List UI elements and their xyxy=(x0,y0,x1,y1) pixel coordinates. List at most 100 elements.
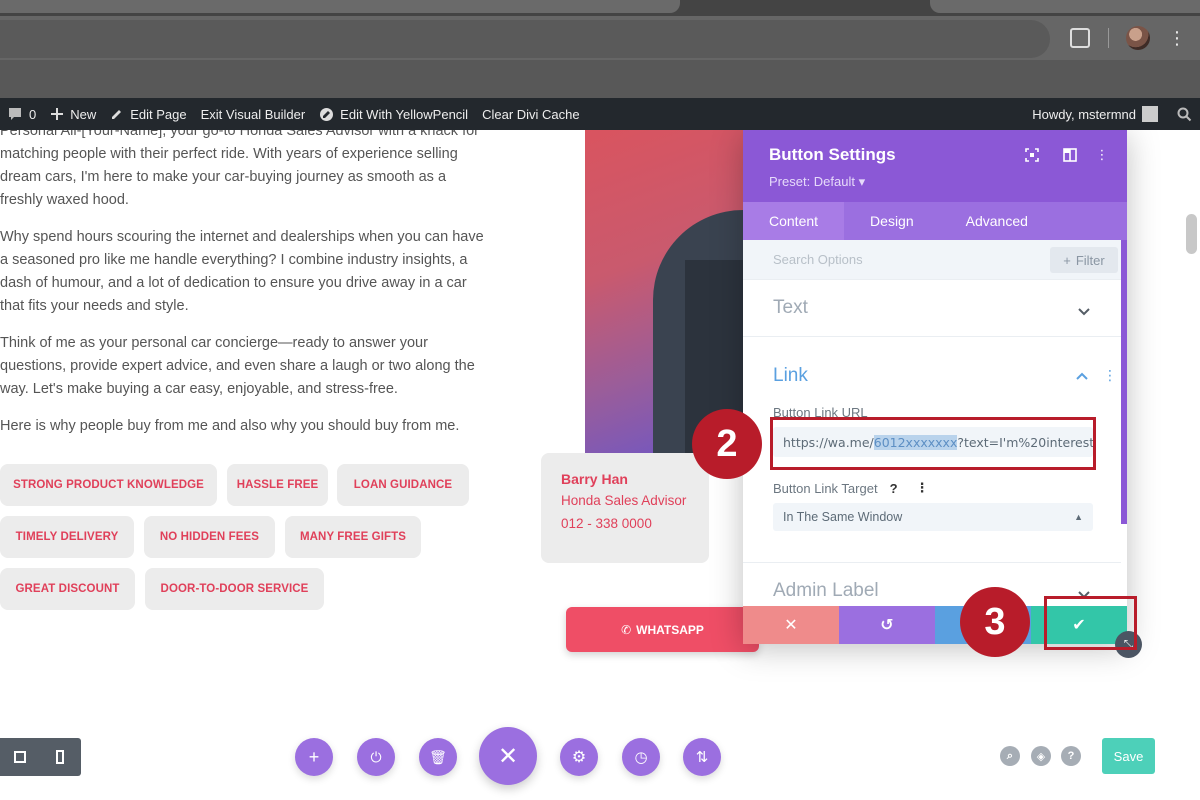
section-title[interactable]: Link xyxy=(773,365,808,387)
modal-title: Button Settings xyxy=(769,145,896,164)
section-title: Text xyxy=(773,297,808,318)
layers-icon[interactable]: ◈ xyxy=(1031,746,1051,766)
comments-count: 0 xyxy=(29,106,37,122)
close-icon: ✕ xyxy=(784,617,798,634)
advisor-name: Barry Han xyxy=(561,471,628,487)
contact-card: Barry Han Honda Sales Advisor 012 - 338 … xyxy=(541,453,709,563)
options-search[interactable]: Search Options + Filter xyxy=(743,240,1121,280)
caret-down-icon: ▾ xyxy=(858,174,866,189)
browser-tab[interactable] xyxy=(0,0,680,13)
profile-avatar[interactable] xyxy=(1126,26,1150,50)
edit-page-link[interactable]: Edit Page xyxy=(103,98,193,130)
feature-pill: TIMELY DELIVERY xyxy=(0,516,134,558)
new-label: New xyxy=(70,106,97,122)
browser-tab[interactable] xyxy=(930,0,1200,13)
plus-icon xyxy=(51,108,64,120)
howdy-label[interactable]: Howdy, mstermnd xyxy=(1032,107,1136,122)
portability-button[interactable]: ⇅ xyxy=(683,738,721,776)
history-button[interactable]: ◷ xyxy=(622,738,660,776)
filter-button[interactable]: + Filter xyxy=(1050,247,1118,273)
wp-admin-bar: 0 New Edit Page Exit Visual Builder Edit… xyxy=(0,98,1200,130)
tab-design[interactable]: Design xyxy=(844,202,940,240)
link-target-select[interactable]: In The Same Window ▲ xyxy=(773,503,1093,531)
whatsapp-icon: ✆ xyxy=(621,622,632,637)
preset-selector[interactable]: Preset: Default ▾ xyxy=(769,174,865,190)
select-arrows-icon: ▲ xyxy=(1074,512,1083,522)
close-builder-button[interactable]: ✕ xyxy=(479,727,537,785)
feature-pill: HASSLE FREE xyxy=(227,464,328,506)
about-text: Personal All-[Your-Name], your go-to Hon… xyxy=(0,130,485,452)
clear-layout-button[interactable]: 🗑 xyxy=(419,738,457,776)
comment-icon xyxy=(9,108,21,120)
desktop-icon xyxy=(14,751,26,763)
page-canvas: Personal All-[Your-Name], your go-to Hon… xyxy=(0,130,1200,800)
undo-icon: ↺ xyxy=(880,617,894,634)
trash-icon: 🗑 xyxy=(429,748,447,765)
exit-builder-label: Exit Visual Builder xyxy=(200,106,306,122)
tab-strip xyxy=(0,0,1200,16)
advisor-photo xyxy=(585,130,745,454)
save-button[interactable]: Save xyxy=(1102,738,1155,774)
user-avatar[interactable] xyxy=(1142,106,1158,122)
power-icon: ⏻ xyxy=(370,748,382,765)
filter-label: Filter xyxy=(1075,252,1105,268)
comments-link[interactable]: 0 xyxy=(0,98,43,130)
link-target-label: Button Link Target xyxy=(773,480,878,496)
paragraph: Personal All-[Your-Name], your go-to Hon… xyxy=(0,130,480,208)
modal-header: Button Settings Preset: Default ▾ ⋮ xyxy=(743,130,1127,202)
advisor-role: Honda Sales Advisor xyxy=(561,493,687,508)
exit-builder-link[interactable]: Exit Visual Builder xyxy=(194,98,313,130)
edit-page-label: Edit Page xyxy=(130,106,187,122)
tab-content[interactable]: Content xyxy=(743,202,845,240)
more-options-icon[interactable]: ⋮ xyxy=(1095,148,1109,162)
section-menu-icon[interactable]: ⋮ xyxy=(1103,367,1117,384)
step-badge-2: 2 xyxy=(692,409,762,479)
modal-scrollbar[interactable] xyxy=(1121,240,1127,524)
phone-view-button[interactable] xyxy=(40,738,80,776)
discard-button[interactable]: ✕ xyxy=(743,606,839,644)
chevron-up-icon[interactable] xyxy=(1075,370,1089,384)
undo-button[interactable]: ↺ xyxy=(839,606,935,644)
clear-cache-label: Clear Divi Cache xyxy=(482,106,580,122)
add-module-button[interactable]: + xyxy=(295,738,333,776)
clear-cache-link[interactable]: Clear Divi Cache xyxy=(475,98,587,130)
extensions-icon[interactable] xyxy=(1070,28,1090,48)
focus-icon[interactable] xyxy=(1025,148,1039,162)
address-bar[interactable] xyxy=(0,20,1050,58)
import-export-icon: ⇅ xyxy=(695,749,709,766)
section-text[interactable]: Text xyxy=(743,280,1121,337)
browser-menu-icon[interactable]: ⋮ xyxy=(1168,26,1186,50)
tab-advanced[interactable]: Advanced xyxy=(940,202,1054,240)
yellowpencil-label: Edit With YellowPencil xyxy=(340,106,469,122)
close-icon: ✕ xyxy=(497,742,519,770)
feature-pill: LOAN GUIDANCE xyxy=(337,464,469,506)
plus-icon: + xyxy=(1063,252,1071,268)
modal-tabs: Content Design Advanced xyxy=(743,202,1127,240)
field-menu-icon[interactable]: ⋮ xyxy=(916,480,929,496)
new-link[interactable]: New xyxy=(43,98,103,130)
phone-icon xyxy=(56,750,64,764)
yellowpencil-link[interactable]: Edit With YellowPencil xyxy=(312,98,475,130)
page-scrollbar[interactable] xyxy=(1186,214,1197,254)
page-settings-button[interactable]: ⚙ xyxy=(560,738,598,776)
feature-pill: NO HIDDEN FEES xyxy=(144,516,275,558)
admin-search-icon[interactable] xyxy=(1168,98,1200,130)
feature-pill: MANY FREE GIFTS xyxy=(285,516,421,558)
yellowpencil-icon xyxy=(320,107,334,121)
feature-pill: GREAT DISCOUNT xyxy=(0,568,135,610)
annotation-box-save xyxy=(1044,596,1137,650)
help-icon[interactable]: ? xyxy=(1061,746,1081,766)
search-icon[interactable]: ⌕ xyxy=(1000,746,1020,766)
load-layout-button[interactable]: ⏻ xyxy=(357,738,395,776)
paragraph: Think of me as your personal car concier… xyxy=(0,335,475,397)
view-mode-toggle xyxy=(0,738,81,776)
plus-icon: + xyxy=(308,746,320,767)
desktop-view-button[interactable] xyxy=(0,738,40,776)
split-view-icon[interactable] xyxy=(1063,148,1077,162)
whatsapp-button[interactable]: ✆ WHATSAPP xyxy=(566,607,759,652)
help-icon[interactable]: ? xyxy=(890,481,898,496)
button-settings-modal: Button Settings Preset: Default ▾ ⋮ Cont… xyxy=(743,130,1127,643)
history-icon: ◷ xyxy=(634,749,648,766)
preset-label: Preset: Default xyxy=(769,174,855,189)
toolbar-divider xyxy=(1108,28,1109,48)
